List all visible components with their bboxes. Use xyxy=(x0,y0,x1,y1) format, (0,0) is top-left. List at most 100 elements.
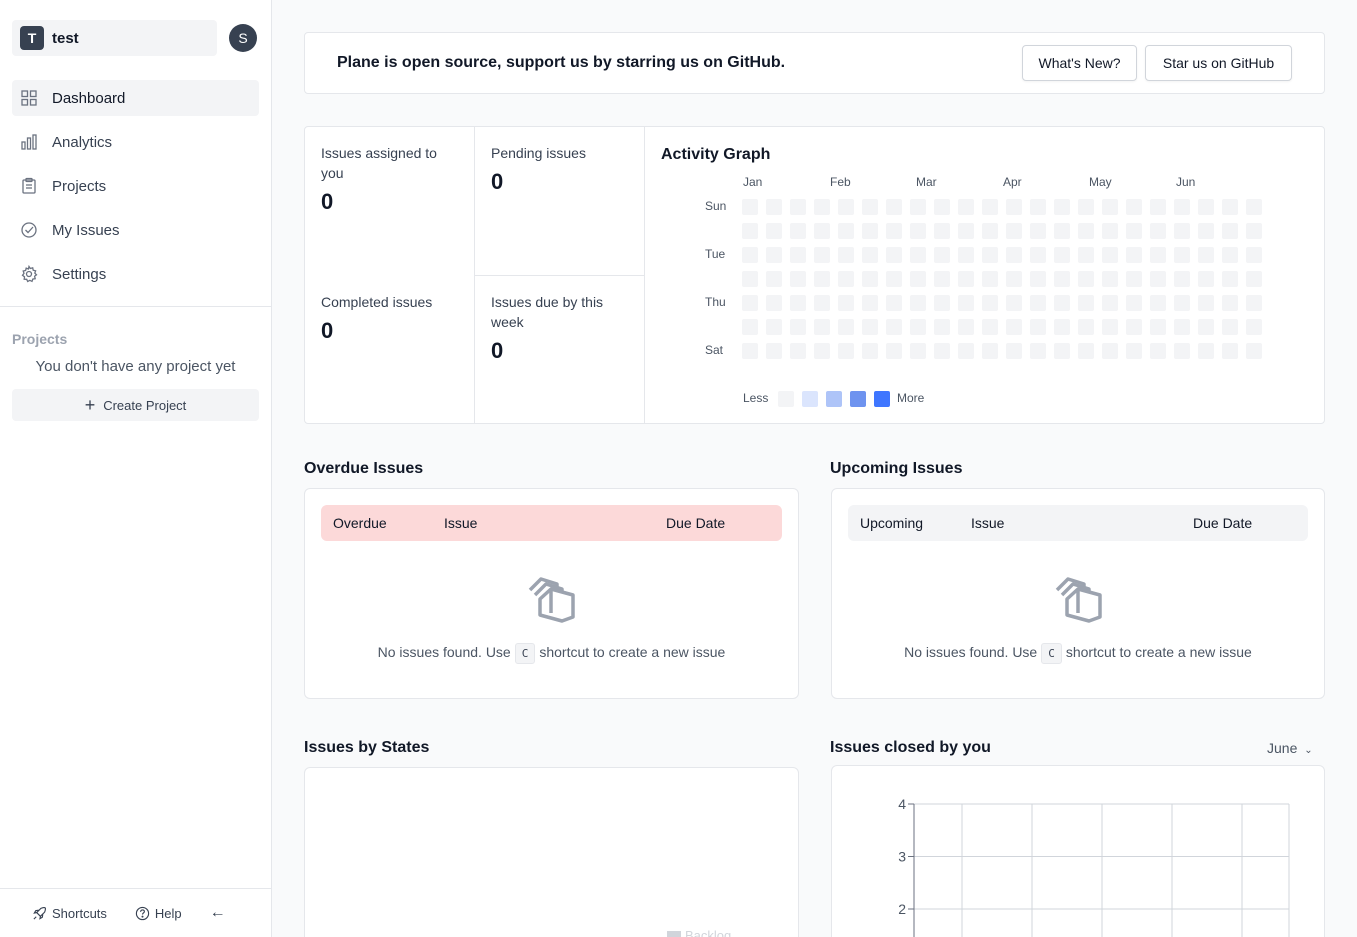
states-legend: Backlog xyxy=(667,928,731,937)
star-github-button[interactable]: Star us on GitHub xyxy=(1145,45,1292,81)
heatmap-cell xyxy=(934,295,950,311)
heatmap-cell xyxy=(1126,199,1142,215)
bar-chart-icon xyxy=(20,133,38,151)
heatmap-cell xyxy=(790,319,806,335)
issues-closed-chart: 4 3 2 xyxy=(898,796,1290,937)
heatmap-cell xyxy=(742,199,758,215)
heatmap-cell xyxy=(1150,223,1166,239)
heatmap-cell xyxy=(1198,271,1214,287)
heatmap-cell xyxy=(766,199,782,215)
help-label: Help xyxy=(154,905,182,921)
month-label: Apr xyxy=(1003,175,1022,189)
heatmap-cell xyxy=(1078,295,1094,311)
clipboard-icon xyxy=(20,177,38,195)
stat-label: Issues due by this week xyxy=(491,294,604,330)
heatmap-cell xyxy=(1246,343,1262,359)
heatmap-cell xyxy=(886,199,902,215)
heatmap-cell xyxy=(1054,271,1070,287)
heatmap-cell xyxy=(1078,223,1094,239)
heatmap-cell xyxy=(958,247,974,263)
stat-label: Issues assigned to you xyxy=(321,145,437,181)
legend-cell xyxy=(778,391,794,407)
heatmap-cell xyxy=(1030,247,1046,263)
collapse-sidebar-button[interactable]: ← xyxy=(210,904,226,922)
legend-cell xyxy=(826,391,842,407)
heatmap-cell xyxy=(838,319,854,335)
stat-value: 0 xyxy=(321,318,334,343)
sidebar-item-analytics[interactable]: Analytics xyxy=(12,124,259,160)
col-due-date: Due Date xyxy=(666,515,726,531)
heatmap-cell xyxy=(1126,295,1142,311)
y-tick-label: 2 xyxy=(898,901,906,917)
heatmap-cell xyxy=(1246,319,1262,335)
heatmap-cell xyxy=(982,247,998,263)
heatmap-cell xyxy=(1246,271,1262,287)
closed-title: Issues closed by you xyxy=(830,739,991,756)
shortcuts-button[interactable]: Shortcuts xyxy=(32,906,107,921)
heatmap-cell xyxy=(1198,223,1214,239)
activity-graph-title: Activity Graph xyxy=(661,146,771,163)
sidebar-item-projects[interactable]: Projects xyxy=(12,168,259,204)
heatmap-cell xyxy=(1246,295,1262,311)
heatmap-cell xyxy=(838,295,854,311)
heatmap-cell xyxy=(958,271,974,287)
heatmap-cell xyxy=(862,247,878,263)
heatmap-cell xyxy=(790,295,806,311)
stat-completed: Completed issues 0 xyxy=(305,276,475,424)
stat-due-week: Issues due by this week 0 xyxy=(475,276,645,424)
heatmap-cell xyxy=(1006,271,1022,287)
workspace-row: T test S xyxy=(12,20,259,56)
heatmap-cell xyxy=(1078,343,1094,359)
legend-more: More xyxy=(897,391,925,405)
heatmap-cell xyxy=(1054,247,1070,263)
heatmap-cell xyxy=(934,247,950,263)
github-banner: Plane is open source, support us by star… xyxy=(304,32,1325,94)
whats-new-button[interactable]: What's New? xyxy=(1022,45,1137,81)
legend-backlog: Backlog xyxy=(685,928,732,937)
heatmap-cell xyxy=(790,199,806,215)
help-button[interactable]: Help xyxy=(135,906,182,921)
heatmap-cell xyxy=(814,319,830,335)
heatmap-cell xyxy=(934,319,950,335)
workspace-logo: T xyxy=(20,26,44,50)
heatmap-cell xyxy=(838,199,854,215)
sidebar-item-settings[interactable]: Settings xyxy=(12,256,259,292)
heatmap-cell xyxy=(766,271,782,287)
col-upcoming: Upcoming xyxy=(860,515,924,531)
month-dropdown[interactable]: June ⌄ xyxy=(1267,740,1313,756)
empty-text-suffix: shortcut to create a new issue xyxy=(1065,644,1252,660)
heatmap-cell xyxy=(862,343,878,359)
sidebar: T test S Dashboard Analytics Projects My… xyxy=(0,0,272,937)
states-card: Backlog xyxy=(304,767,799,937)
gear-icon xyxy=(20,265,38,283)
check-circle-icon xyxy=(20,221,38,239)
chevron-down-icon: ⌄ xyxy=(1304,745,1313,756)
heatmap-cell xyxy=(1102,199,1118,215)
upcoming-title: Upcoming Issues xyxy=(830,460,963,477)
heatmap-cell xyxy=(814,247,830,263)
sidebar-item-my-issues[interactable]: My Issues xyxy=(12,212,259,248)
heatmap-cell xyxy=(1006,319,1022,335)
heatmap-cell xyxy=(1102,343,1118,359)
month-label: May xyxy=(1089,175,1112,189)
day-label: Sat xyxy=(705,343,724,357)
shortcuts-label: Shortcuts xyxy=(52,905,107,921)
sidebar-item-dashboard[interactable]: Dashboard xyxy=(12,80,259,116)
y-tick-label: 3 xyxy=(898,849,906,865)
month-label: Jun xyxy=(1176,175,1196,189)
sidebar-item-label: Settings xyxy=(52,265,107,283)
stat-value: 0 xyxy=(491,169,504,194)
legend-cell xyxy=(802,391,818,407)
legend-cell xyxy=(874,391,890,407)
heatmap-cell xyxy=(862,271,878,287)
heatmap-cell xyxy=(958,319,974,335)
heatmap-cell xyxy=(1174,319,1190,335)
create-project-button[interactable]: + Create Project xyxy=(12,389,259,421)
user-avatar[interactable]: S xyxy=(229,24,257,52)
heatmap-cell xyxy=(1030,319,1046,335)
heatmap-cell xyxy=(838,223,854,239)
heatmap-cell xyxy=(814,199,830,215)
heatmap-cell xyxy=(886,343,902,359)
heatmap-cell xyxy=(1006,223,1022,239)
workspace-switcher[interactable]: T test xyxy=(12,20,217,56)
